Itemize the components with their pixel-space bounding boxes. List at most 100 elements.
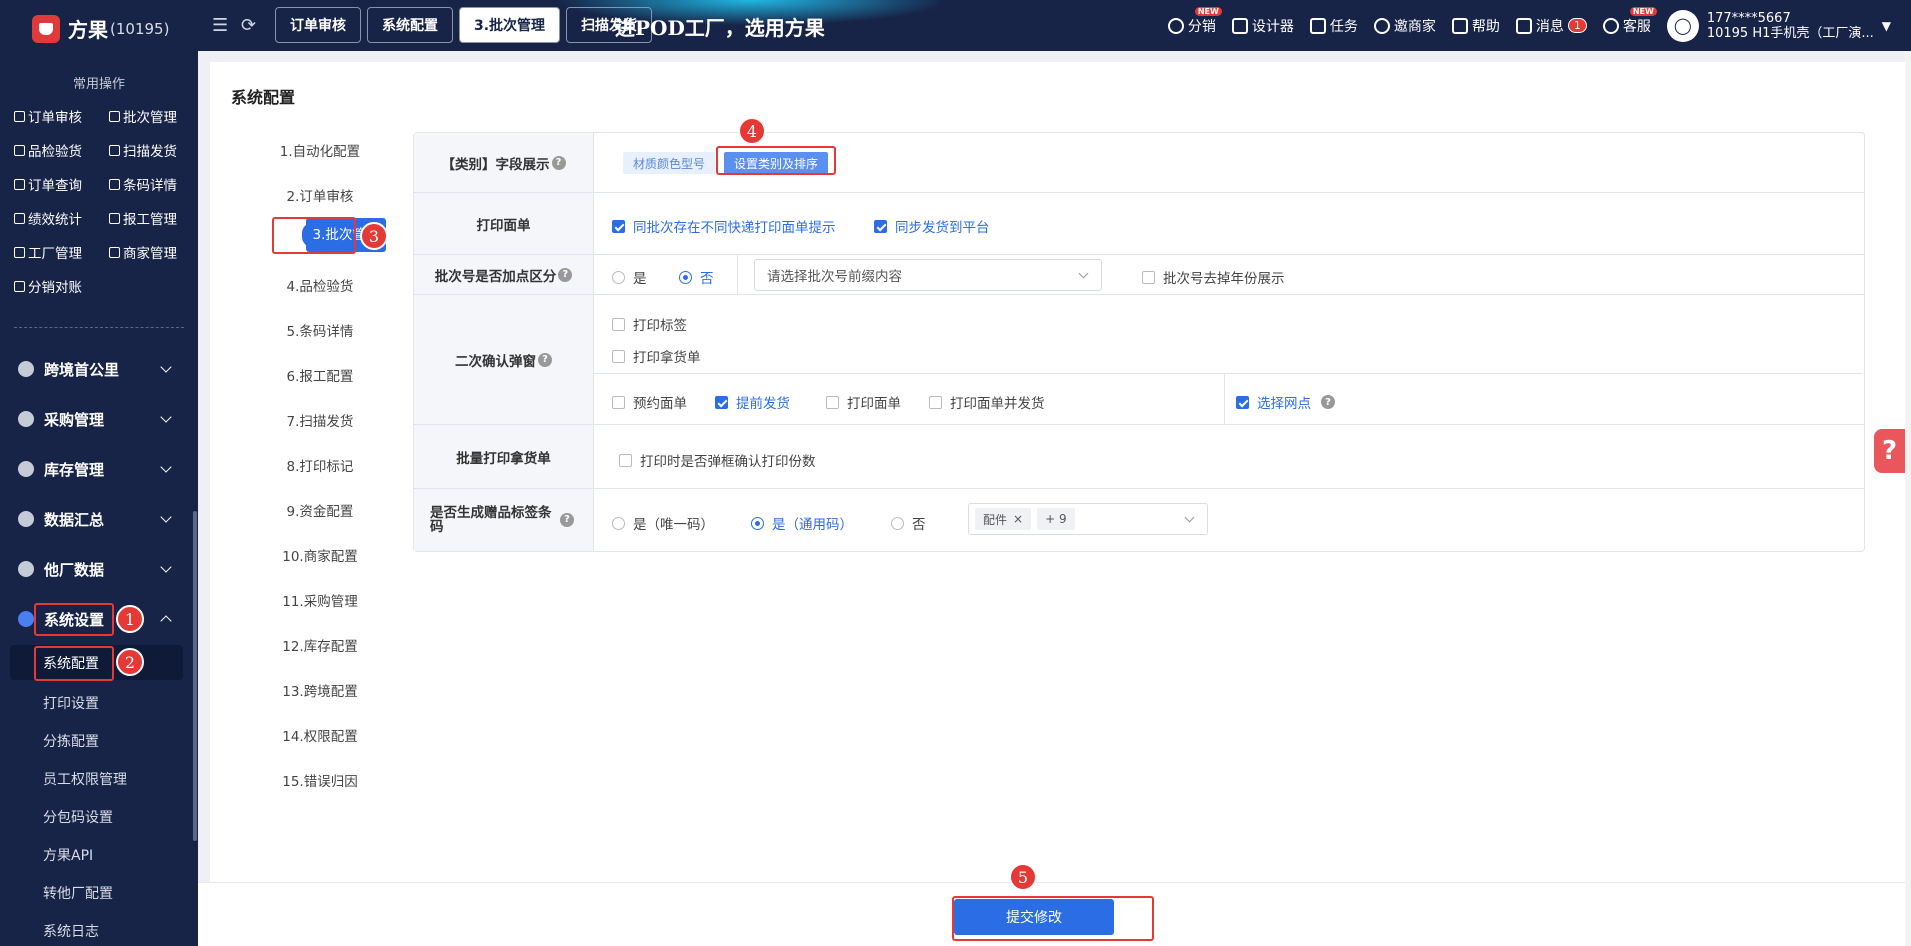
row-batch-dot: 批次号是否加点区分? 是 否 请选择批次号前缀内容 批次号去掉年份展示 [414, 255, 1864, 295]
nav-messages[interactable]: 消息 1 [1515, 16, 1587, 36]
row-label: 批量打印拿货单 [414, 425, 594, 488]
config-nav-item[interactable]: 2.订单审核 [250, 185, 390, 205]
top-nav: 分销 NEW 设计器 任务 邀商家 帮助 消息 1 客服 NEW ◯ 177**… [1167, 0, 1891, 51]
question-icon[interactable]: ? [538, 352, 552, 367]
checkbox-print-and-ship[interactable]: 打印面单并发货 [929, 392, 1045, 412]
menu-data-summary[interactable]: 数据汇总 [0, 499, 198, 539]
quick-quality-check[interactable]: 品检验货 [14, 140, 82, 160]
menu-cross-border[interactable]: 跨境首公里 [0, 349, 198, 389]
config-nav-item[interactable]: 5.条码详情 [250, 320, 390, 340]
config-nav-item[interactable]: 15.错误归因 [250, 770, 390, 790]
step-marker-5: 5 [1009, 863, 1037, 891]
checkbox-select-outlet[interactable]: 选择网点? [1236, 392, 1335, 412]
quick-order-query[interactable]: 订单查询 [14, 174, 82, 194]
quick-merchant[interactable]: 商家管理 [109, 242, 177, 262]
app-id: (10195) [110, 19, 170, 38]
user-add-icon [1373, 17, 1390, 34]
category-tag[interactable]: 材质颜色型号 [623, 152, 716, 174]
config-nav-item[interactable]: 12.库存配置 [250, 635, 390, 655]
radio-generic-code[interactable]: 是（通用码） [751, 513, 853, 533]
submenu-staff-permissions[interactable]: 员工权限管理 [43, 769, 127, 789]
nav-fenxiao[interactable]: 分销 NEW [1167, 6, 1222, 36]
config-nav-item[interactable]: 14.权限配置 [250, 725, 390, 745]
row-label: 是否生成赠品标签条码? [414, 489, 594, 551]
config-nav-item[interactable]: 10.商家配置 [250, 545, 390, 565]
submenu-print-settings[interactable]: 打印设置 [43, 693, 99, 713]
config-nav-item[interactable]: 11.采购管理 [250, 590, 390, 610]
menu-toggle-icon[interactable]: ☰ [212, 15, 228, 36]
checkbox-print-pick[interactable]: 打印拿货单 [612, 346, 701, 366]
quick-order-review[interactable]: 订单审核 [14, 106, 82, 126]
app-logo[interactable]: 方果 (10195) [32, 14, 169, 43]
nav-designer[interactable]: 设计器 [1231, 16, 1294, 36]
step-marker-2: 2 [116, 648, 144, 676]
submenu-api[interactable]: 方果API [43, 845, 93, 865]
nav-invite[interactable]: 邀商家 [1373, 16, 1436, 36]
question-icon[interactable]: ? [558, 267, 573, 282]
page-scrollbar[interactable] [1905, 51, 1911, 946]
checkbox-diff-courier-prompt[interactable]: 同批次存在不同快递打印面单提示 [612, 216, 836, 236]
radio-batch-dot-no[interactable]: 否 [679, 267, 714, 287]
quick-factory[interactable]: 工厂管理 [14, 242, 82, 262]
quick-barcode-detail[interactable]: 条码详情 [109, 174, 177, 194]
config-nav-item[interactable]: 1.自动化配置 [250, 140, 390, 160]
submenu-sorting-config[interactable]: 分拣配置 [43, 731, 99, 751]
menu-inventory[interactable]: 库存管理 [0, 449, 198, 489]
radio-batch-dot-yes[interactable]: 是 [612, 267, 647, 287]
promo-banner[interactable]: 进POD工厂，选用方果 [615, 12, 825, 41]
refresh-icon[interactable]: ⟳ [241, 15, 256, 36]
nav-fenxiao-label: 分销 [1187, 18, 1216, 35]
checkbox-remove-year[interactable]: 批次号去掉年份展示 [1142, 267, 1285, 287]
close-icon[interactable]: × [1013, 512, 1023, 526]
quick-scan-ship[interactable]: 扫描发货 [109, 140, 177, 160]
menu-purchase[interactable]: 采购管理 [0, 399, 198, 439]
nav-tasks[interactable]: 任务 [1309, 16, 1358, 36]
nav-service[interactable]: 客服 NEW [1602, 6, 1657, 36]
checkbox-print-sheet[interactable]: 打印面单 [826, 392, 901, 412]
radio-unchecked [612, 270, 625, 284]
batch-dot-label: 批次号是否加点区分 [434, 268, 557, 285]
quick-distribution[interactable]: 分销对账 [14, 276, 82, 296]
question-icon[interactable]: ? [551, 155, 566, 170]
question-icon[interactable]: ? [560, 513, 574, 527]
category-label: 【类别】字段展示 [441, 156, 550, 173]
checkbox-sync-to-platform[interactable]: 同步发货到平台 [874, 216, 990, 236]
checkbox-print-label[interactable]: 打印标签 [612, 314, 687, 334]
row-confirm-popup: 二次确认弹窗? 打印标签 打印拿货单 预约面单 提前发货 打印面单 打印面单并发… [414, 295, 1864, 425]
search-icon [14, 178, 25, 190]
config-nav-item[interactable]: 13.跨境配置 [250, 680, 390, 700]
submenu-transfer-factory[interactable]: 转他厂配置 [43, 883, 113, 903]
app-name: 方果 [68, 18, 108, 42]
submenu-system-log[interactable]: 系统日志 [43, 921, 99, 941]
tab-order-review[interactable]: 订单审核 [275, 7, 361, 43]
quick-work-report[interactable]: 报工管理 [109, 208, 177, 228]
config-nav-item[interactable]: 7.扫描发货 [250, 410, 390, 430]
menu-other-factory[interactable]: 他厂数据 [0, 549, 198, 589]
document-icon [109, 110, 120, 122]
gift-category-select[interactable]: 配件 × + 9 [968, 503, 1208, 535]
selected-chip: 配件 × [975, 508, 1032, 530]
user-menu[interactable]: ◯ 177****5667 10195 H1手机壳（工厂演... ▼ [1666, 9, 1891, 42]
quick-batch-management[interactable]: 批次管理 [109, 106, 177, 126]
checkbox-early-ship[interactable]: 提前发货 [715, 392, 790, 412]
tab-system-config[interactable]: 系统配置 [367, 7, 453, 43]
radio-unique-code[interactable]: 是（唯一码） [612, 513, 714, 533]
batch-prefix-select[interactable]: 请选择批次号前缀内容 [754, 259, 1102, 291]
config-nav-item[interactable]: 4.品检验货 [250, 275, 390, 295]
checkbox-confirm-copies[interactable]: 打印时是否弹框确认打印份数 [619, 450, 816, 470]
nav-help[interactable]: 帮助 [1451, 16, 1500, 36]
config-nav-item[interactable]: 9.资金配置 [250, 500, 390, 520]
user-org: 10195 H1手机壳（工厂演... [1706, 25, 1874, 41]
checkbox-label: 打印面单 [847, 396, 901, 412]
radio-no[interactable]: 否 [891, 513, 926, 533]
checkbox-reserve-sheet[interactable]: 预约面单 [612, 392, 687, 412]
question-icon[interactable]: ? [1321, 395, 1335, 409]
config-nav-item[interactable]: 8.打印标记 [250, 455, 390, 475]
submenu-package-code[interactable]: 分包码设置 [43, 807, 113, 827]
sidebar-scrollbar[interactable] [193, 511, 197, 841]
quick-performance[interactable]: 绩效统计 [14, 208, 82, 228]
config-nav-item[interactable]: 6.报工配置 [250, 365, 390, 385]
row-label: 打印面单 [414, 193, 594, 254]
tab-batch-management[interactable]: 3.批次管理 [459, 7, 561, 43]
annotation-box-3 [272, 217, 356, 254]
